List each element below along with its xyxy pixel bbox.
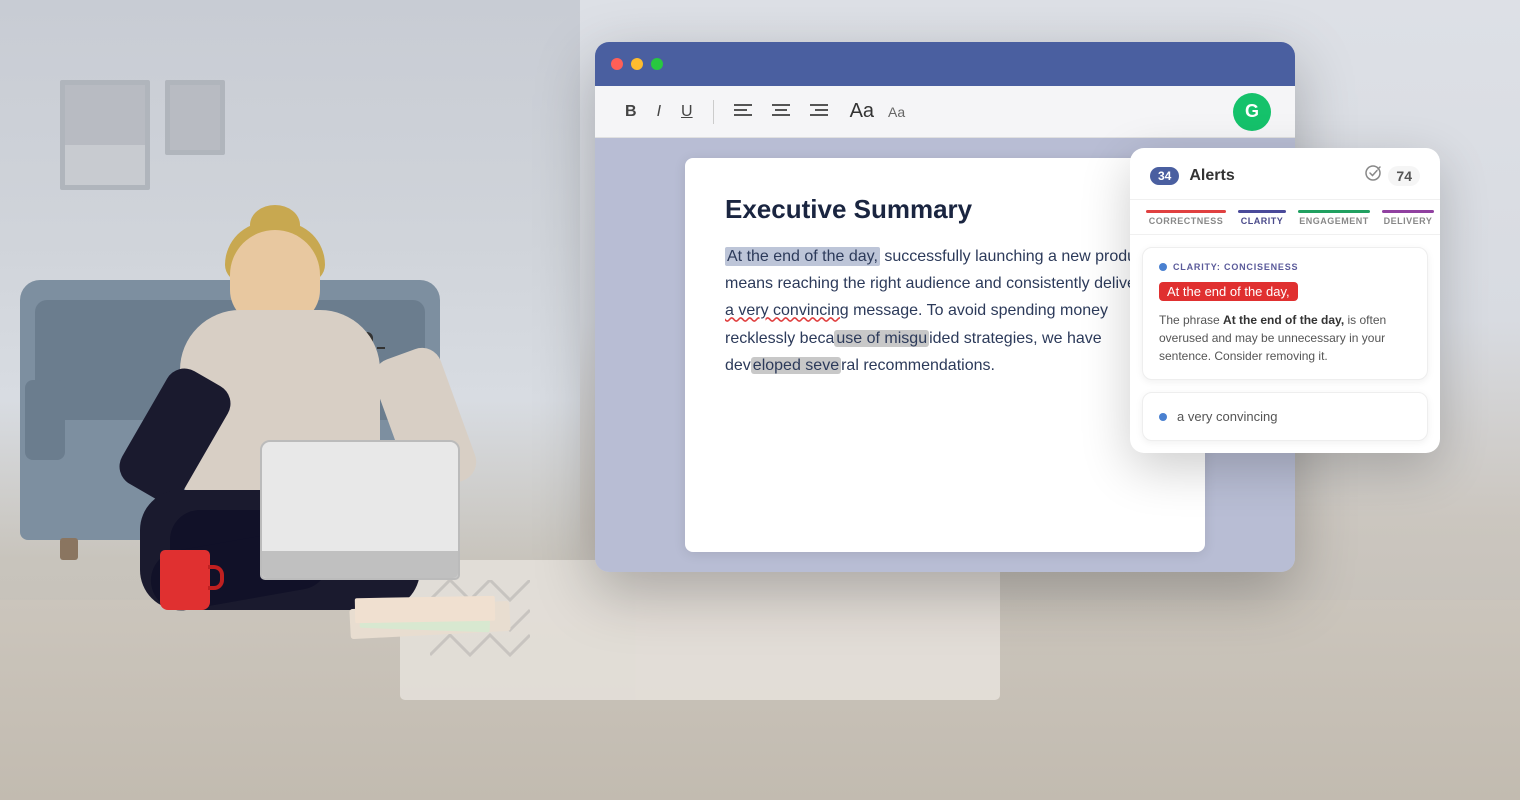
font-size-small[interactable]: Aa	[888, 104, 905, 120]
correctness-indicator	[1146, 210, 1226, 213]
tab-clarity[interactable]: CLARITY	[1238, 210, 1286, 226]
alert-dot	[1159, 263, 1167, 271]
align-left-button[interactable]	[728, 99, 758, 124]
tab-clarity-label: CLARITY	[1241, 216, 1284, 226]
editor-toolbar: B I U Aa Aa G	[595, 86, 1295, 138]
underline-button[interactable]: U	[675, 99, 699, 125]
grammarly-panel: 34 Alerts 74 CORRECTNESS CLARITY ENGAGEM…	[1130, 148, 1440, 453]
alert-highlighted-phrase: At the end of the day,	[1159, 282, 1298, 301]
delivery-indicator	[1382, 210, 1434, 213]
alert-description: The phrase At the end of the day, is oft…	[1159, 311, 1411, 365]
score-area: 74	[1364, 164, 1420, 187]
tab-engagement-label: ENGAGEMENT	[1299, 216, 1369, 226]
font-size-large[interactable]: Aa	[850, 100, 874, 123]
person-figure	[120, 170, 500, 690]
suggestion-text: a very convincing	[1177, 409, 1277, 424]
engagement-indicator	[1298, 210, 1370, 213]
alert-bold-phrase: At the end of the day,	[1223, 313, 1344, 327]
alert-card-1[interactable]: CLARITY: CONCISENESS At the end of the d…	[1142, 247, 1428, 380]
panel-header: 34 Alerts 74	[1130, 148, 1440, 200]
tab-delivery-label: DELIVERY	[1384, 216, 1433, 226]
score-icon	[1364, 164, 1382, 187]
minimize-dot[interactable]	[631, 58, 643, 70]
alerts-count-badge: 34	[1150, 167, 1179, 185]
tab-delivery[interactable]: DELIVERY	[1382, 210, 1434, 226]
tab-engagement[interactable]: ENGAGEMENT	[1298, 210, 1370, 226]
editor-titlebar	[595, 42, 1295, 86]
suggestion-card-1[interactable]: a very convincing	[1142, 392, 1428, 441]
editor-document[interactable]: Executive Summary At the end of the day,…	[685, 158, 1205, 552]
panel-tabs: CORRECTNESS CLARITY ENGAGEMENT DELIVERY	[1130, 200, 1440, 235]
document-body[interactable]: At the end of the day, successfully laun…	[725, 243, 1165, 379]
suggestion-dot	[1159, 413, 1167, 421]
book-3	[355, 596, 495, 623]
wall-art-frame-2	[165, 80, 225, 155]
italic-button[interactable]: I	[651, 99, 667, 125]
alert-type-label: CLARITY: CONCISENESS	[1173, 262, 1298, 272]
laptop	[260, 440, 460, 580]
maximize-dot[interactable]	[651, 58, 663, 70]
tab-correctness[interactable]: CORRECTNESS	[1146, 210, 1226, 226]
align-right-button[interactable]	[804, 99, 834, 124]
align-center-button[interactable]	[766, 99, 796, 124]
bold-button[interactable]: B	[619, 99, 643, 125]
coffee-mug	[160, 550, 210, 610]
toolbar-divider-1	[713, 100, 714, 124]
underlined-text: a very convincing	[725, 302, 849, 319]
tab-correctness-label: CORRECTNESS	[1149, 216, 1224, 226]
document-title: Executive Summary	[725, 194, 1165, 225]
highlighted-text: At the end of the day,	[725, 247, 880, 266]
score-value: 74	[1388, 166, 1420, 186]
grammarly-toolbar-logo[interactable]: G	[1233, 93, 1271, 131]
alerts-label: Alerts	[1189, 167, 1354, 185]
clarity-indicator	[1238, 210, 1286, 213]
close-dot[interactable]	[611, 58, 623, 70]
alert-card-header: CLARITY: CONCISENESS	[1159, 262, 1411, 272]
